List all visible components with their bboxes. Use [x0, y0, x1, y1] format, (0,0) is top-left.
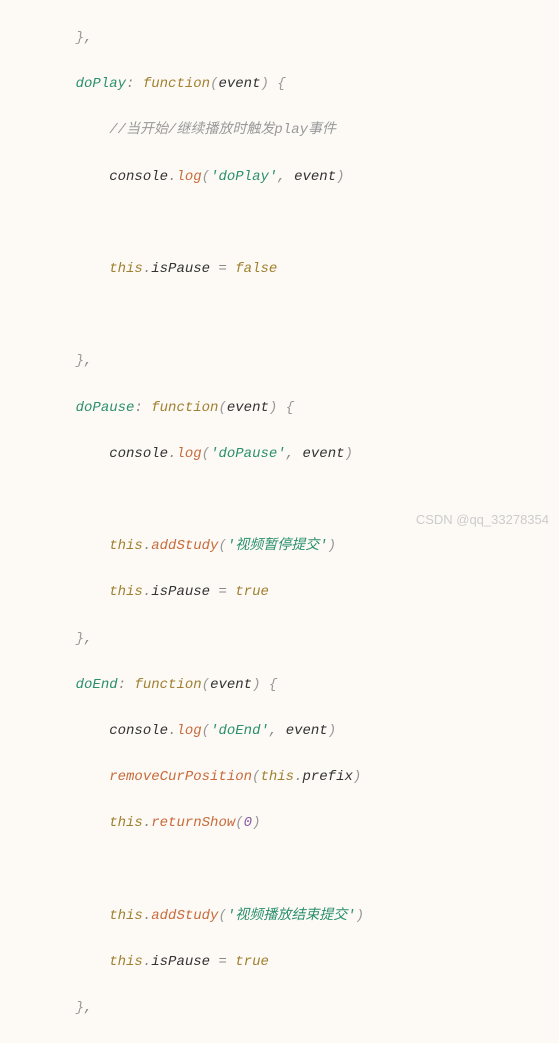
- code-line: console.log('doPlay', event): [42, 166, 559, 189]
- comment: //当开始/继续播放时触发play事件: [109, 122, 336, 138]
- code-line: removeCurPosition(this.prefix): [42, 766, 559, 789]
- code-line: //当开始/继续播放时触发play事件: [42, 119, 559, 142]
- code-line: this.addStudy('视频暂停提交'): [42, 535, 559, 558]
- code-line: this.isPause = false: [42, 258, 559, 281]
- code-line: console.log('doEnd', event): [42, 720, 559, 743]
- code-line: console.log('doPause', event): [42, 443, 559, 466]
- property-doEnd: doEnd: [76, 677, 118, 693]
- code-line: this.addStudy('视频播放结束提交'): [42, 905, 559, 928]
- code-line: },: [42, 997, 559, 1020]
- code-line: },: [42, 27, 559, 50]
- code-line: doPause: function(event) {: [42, 397, 559, 420]
- code-line: this.returnShow(0): [42, 812, 559, 835]
- property-doPause: doPause: [76, 400, 135, 416]
- watermark: CSDN @qq_33278354: [416, 509, 549, 530]
- code-line: doPlay: function(event) {: [42, 73, 559, 96]
- code-line: this.isPause = true: [42, 951, 559, 974]
- code-line: [42, 212, 559, 235]
- code-line: [42, 858, 559, 881]
- code-line: this.isPause = true: [42, 581, 559, 604]
- code-line: },: [42, 350, 559, 373]
- code-line: [42, 304, 559, 327]
- code-line: },: [42, 628, 559, 651]
- code-line: doEnd: function(event) {: [42, 674, 559, 697]
- property-doPlay: doPlay: [76, 76, 126, 92]
